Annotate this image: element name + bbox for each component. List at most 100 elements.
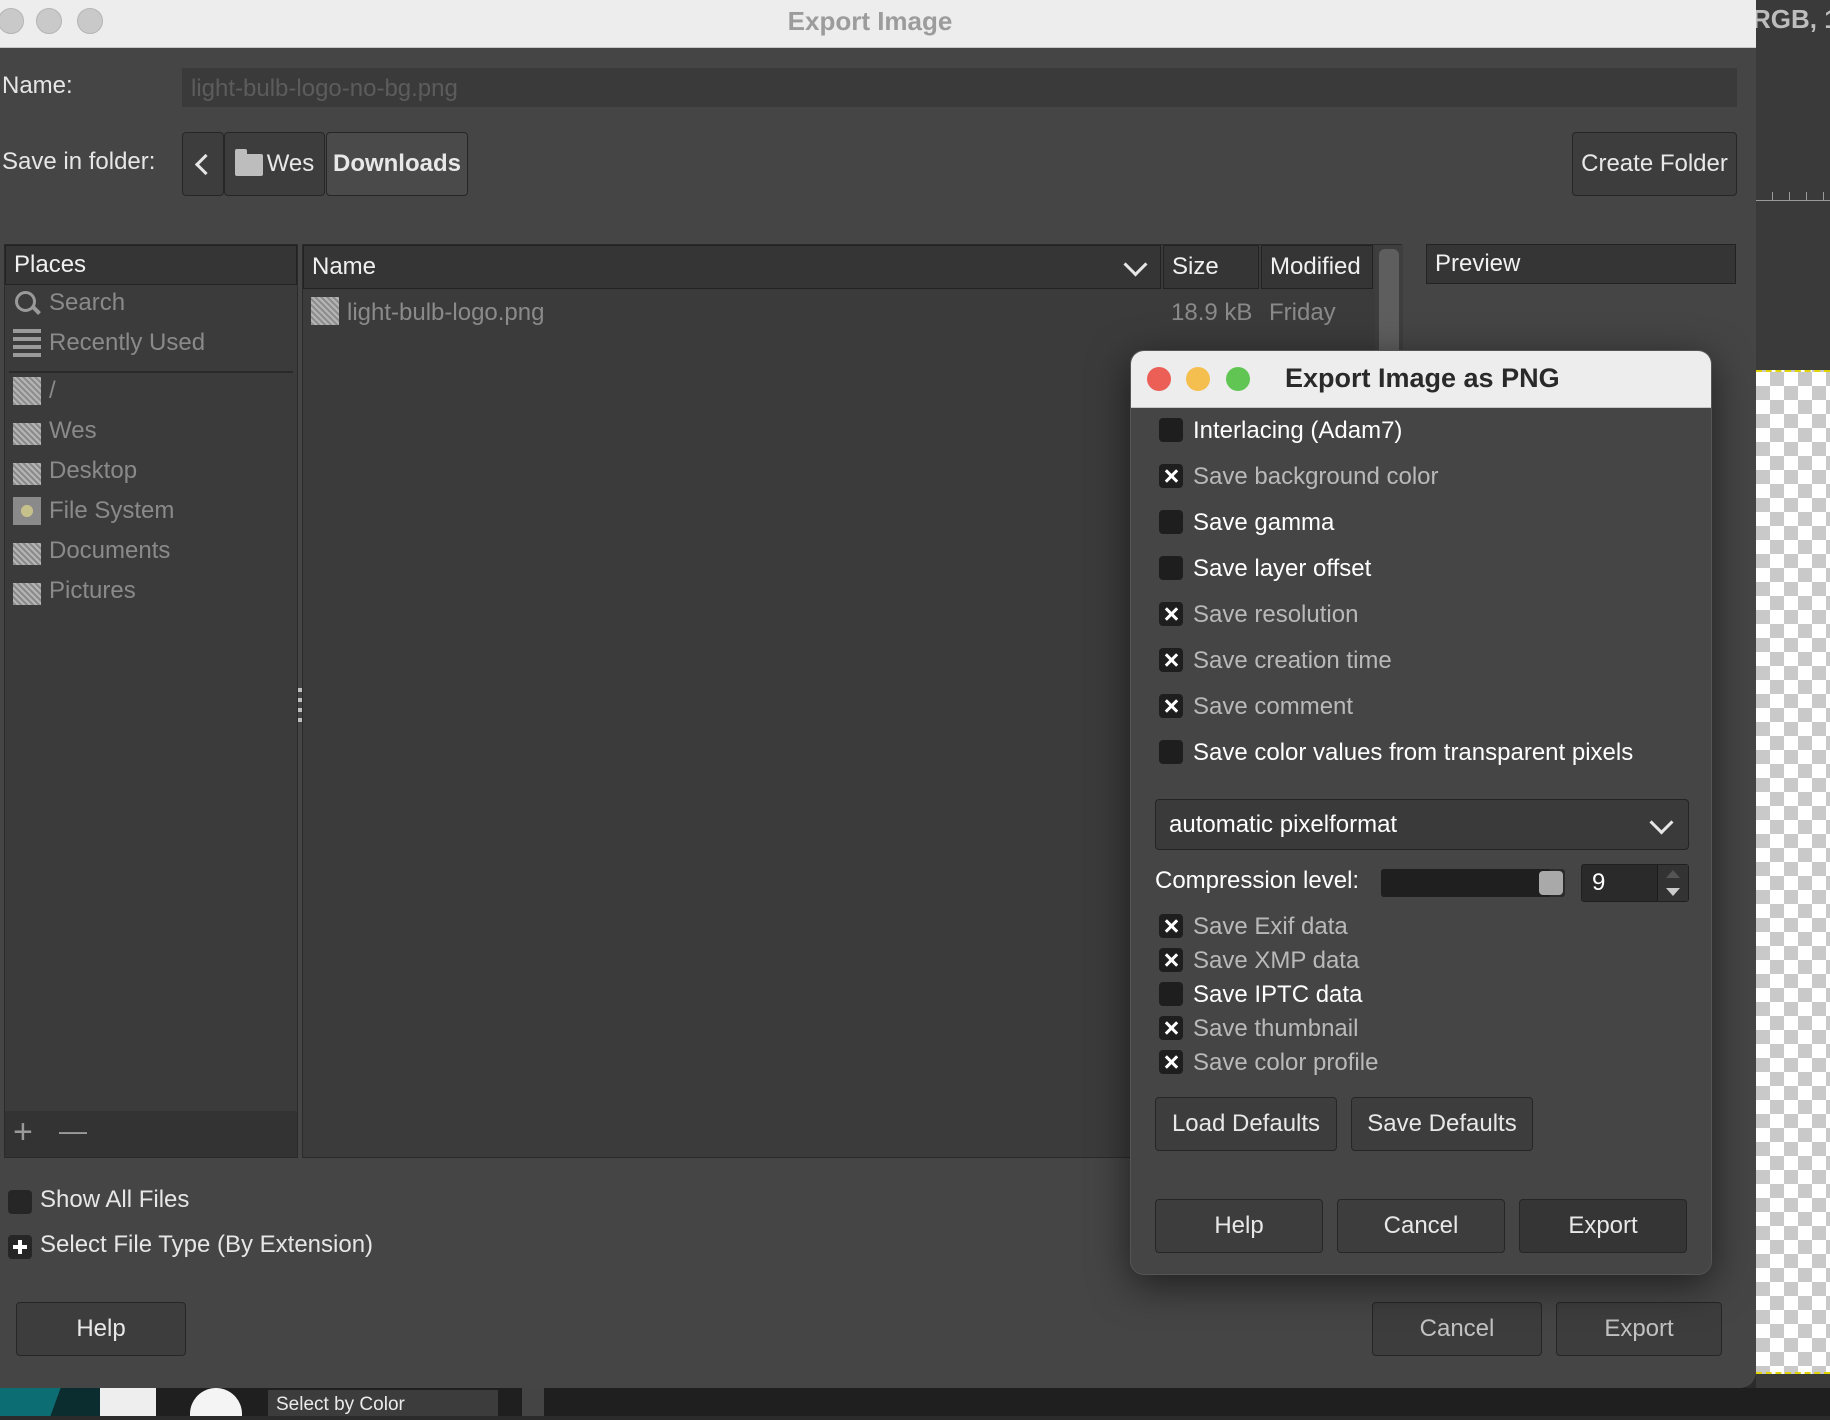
metadata-checkbox[interactable]: [1159, 913, 1183, 938]
png-checkbox[interactable]: [1159, 739, 1183, 764]
png-option[interactable]: Interlacing (Adam7): [1159, 417, 1402, 445]
show-all-files-checkbox[interactable]: [8, 1190, 32, 1214]
metadata-option[interactable]: Save color profile: [1159, 1049, 1378, 1077]
file-name: light-bulb-logo.png: [347, 299, 545, 326]
png-checkbox[interactable]: [1159, 509, 1183, 534]
foreground-color-swatch[interactable]: [0, 1388, 100, 1416]
main-cancel-button[interactable]: Cancel: [1372, 1302, 1542, 1356]
png-option[interactable]: Save comment: [1159, 693, 1353, 721]
breadcrumb-wes-label: Wes: [266, 150, 315, 177]
metadata-checkbox[interactable]: [1159, 947, 1183, 972]
image-mode-label: RGB, 1: [1752, 4, 1830, 34]
panel-divider: [522, 1388, 544, 1416]
png-dialog-titlebar: Export Image as PNG: [1131, 351, 1711, 408]
compression-slider[interactable]: [1381, 869, 1565, 897]
folder-icon: [234, 148, 263, 176]
metadata-checkbox[interactable]: [1159, 1049, 1183, 1074]
filename-input[interactable]: light-bulb-logo-no-bg.png: [182, 68, 1737, 107]
folder-icon: [13, 422, 41, 445]
png-checkbox[interactable]: [1159, 463, 1183, 488]
main-export-button[interactable]: Export: [1556, 1302, 1722, 1356]
png-checkbox[interactable]: [1159, 555, 1183, 580]
compression-slider-fill: [1381, 869, 1551, 897]
png-zoom-button[interactable]: [1226, 367, 1250, 391]
png-option[interactable]: Save color values from transparent pixel…: [1159, 739, 1633, 767]
places-header: Places: [5, 245, 297, 285]
png-option[interactable]: Save creation time: [1159, 647, 1392, 675]
column-modified-header[interactable]: Modified: [1261, 245, 1373, 289]
chevron-left-icon: [194, 153, 217, 176]
png-close-button[interactable]: [1147, 367, 1171, 391]
add-bookmark-button[interactable]: +: [13, 1113, 33, 1152]
main-help-button[interactable]: Help: [16, 1302, 186, 1356]
png-cancel-button[interactable]: Cancel: [1337, 1199, 1505, 1253]
decrement-arrow-icon[interactable]: [1666, 888, 1680, 896]
png-checkbox[interactable]: [1159, 601, 1183, 626]
metadata-option[interactable]: Save Exif data: [1159, 913, 1348, 941]
breadcrumb-wes[interactable]: Wes: [224, 132, 325, 196]
pixelformat-select[interactable]: automatic pixelformat: [1155, 799, 1689, 850]
metadata-checkbox[interactable]: [1159, 1015, 1183, 1040]
png-checkbox[interactable]: [1159, 647, 1183, 672]
disk-icon: [13, 497, 41, 525]
png-option[interactable]: Save layer offset: [1159, 555, 1371, 583]
spinbox-arrows[interactable]: [1657, 865, 1688, 901]
metadata-option[interactable]: Save IPTC data: [1159, 981, 1362, 1009]
column-size-header[interactable]: Size: [1163, 245, 1259, 289]
compression-spinbox[interactable]: 9: [1581, 864, 1689, 902]
place-wes[interactable]: Wes: [13, 417, 97, 445]
chevron-down-icon: [1649, 810, 1674, 835]
metadata-option[interactable]: Save thumbnail: [1159, 1015, 1358, 1043]
load-defaults-button[interactable]: Load Defaults: [1155, 1097, 1337, 1151]
png-export-button[interactable]: Export: [1519, 1199, 1687, 1253]
preview-header: Preview: [1426, 244, 1736, 284]
place-documents[interactable]: Documents: [13, 537, 170, 565]
metadata-checkbox[interactable]: [1159, 981, 1183, 1006]
place-recently-used[interactable]: Recently Used: [13, 329, 205, 357]
select-file-type-label[interactable]: Select File Type (By Extension): [40, 1231, 373, 1259]
metadata-option[interactable]: Save XMP data: [1159, 947, 1359, 975]
png-checkbox[interactable]: [1159, 693, 1183, 718]
create-folder-button[interactable]: Create Folder: [1572, 132, 1737, 196]
folder-icon: [13, 582, 41, 605]
png-checkbox[interactable]: [1159, 417, 1183, 442]
column-name-header[interactable]: Name: [303, 245, 1161, 289]
save-in-folder-label: Save in folder:: [2, 148, 156, 175]
breadcrumb-downloads[interactable]: Downloads: [326, 132, 468, 196]
table-row[interactable]: light-bulb-logo.png 18.9 kB Friday: [303, 293, 1373, 333]
ruler: [1756, 182, 1830, 201]
window-title: Export Image: [787, 6, 953, 36]
increment-arrow-icon[interactable]: [1666, 870, 1680, 878]
place-pictures[interactable]: Pictures: [13, 577, 136, 605]
file-modified: Friday: [1269, 299, 1336, 326]
png-option[interactable]: Save resolution: [1159, 601, 1358, 629]
place-root[interactable]: /: [13, 377, 56, 405]
png-help-button[interactable]: Help: [1155, 1199, 1323, 1253]
expand-file-type-icon[interactable]: [8, 1235, 32, 1259]
compression-slider-handle[interactable]: [1539, 871, 1563, 895]
drive-icon: [13, 377, 41, 405]
background-color-swatch[interactable]: [100, 1388, 156, 1416]
png-label: Save resolution: [1193, 601, 1359, 628]
name-label: Name:: [2, 72, 73, 99]
png-option[interactable]: Save background color: [1159, 463, 1438, 491]
metadata-label: Save color profile: [1193, 1049, 1379, 1076]
png-label: Save color values from transparent pixel…: [1193, 739, 1634, 766]
image-file-icon: [311, 297, 339, 325]
png-option[interactable]: Save gamma: [1159, 509, 1334, 537]
metadata-label: Save Exif data: [1193, 913, 1348, 940]
png-dialog-title: Export Image as PNG: [1285, 363, 1560, 393]
png-label: Save gamma: [1193, 509, 1335, 536]
sort-chevron-down-icon: [1123, 252, 1148, 277]
png-minimize-button[interactable]: [1186, 367, 1210, 391]
export-png-dialog: Export Image as PNG Interlacing (Adam7) S…: [1130, 350, 1712, 1275]
png-label: Save comment: [1193, 693, 1354, 720]
place-file-system[interactable]: File System: [13, 497, 174, 525]
place-desktop[interactable]: Desktop: [13, 457, 137, 485]
png-label: Save creation time: [1193, 647, 1392, 674]
remove-bookmark-button[interactable]: —: [59, 1115, 87, 1147]
place-search[interactable]: Search: [13, 289, 125, 317]
save-defaults-button[interactable]: Save Defaults: [1351, 1097, 1533, 1151]
metadata-label: Save XMP data: [1193, 947, 1360, 974]
path-back-button[interactable]: [182, 132, 224, 196]
